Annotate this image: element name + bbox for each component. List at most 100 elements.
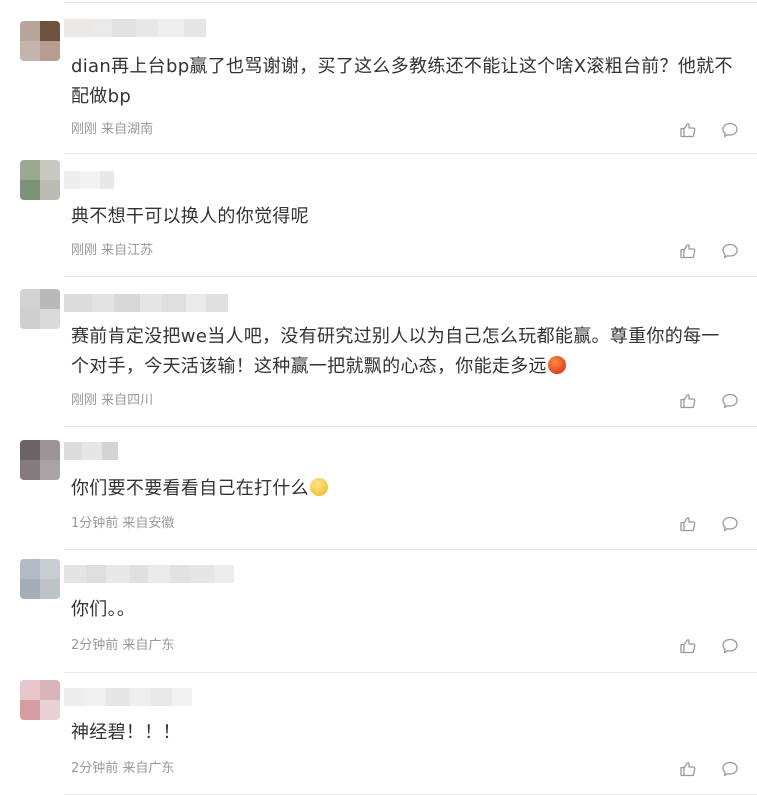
comment-text: 典不想干可以换人的你觉得呢 — [71, 202, 737, 232]
avatar[interactable] — [20, 289, 60, 329]
comment-actions — [679, 760, 739, 778]
username-block — [82, 442, 102, 460]
avatar-pixel — [40, 41, 60, 61]
comment-bubble-icon[interactable] — [721, 121, 739, 139]
username-blurred[interactable] — [64, 19, 206, 37]
username-block — [158, 19, 184, 37]
username-blurred[interactable] — [64, 442, 118, 460]
avatar-pixel — [40, 440, 60, 460]
comment-bubble-icon[interactable] — [721, 760, 739, 778]
username-block — [130, 688, 150, 706]
comment-meta: 2分钟前 来自广东 — [71, 636, 757, 656]
comment-location: 来自江苏 — [101, 243, 154, 258]
thinking-face-emoji-icon — [309, 478, 328, 496]
comment-meta: 刚刚 来自湖南 — [71, 120, 757, 140]
comment-text-content: 你们要不要看看自己在打什么 — [71, 478, 309, 499]
comment-time: 2分钟前 — [71, 638, 119, 653]
username-blurred[interactable] — [64, 565, 234, 583]
avatar-pixel — [40, 309, 60, 329]
username-block — [92, 294, 114, 312]
username-block — [106, 688, 130, 706]
username-block — [64, 688, 84, 706]
avatar-pixel — [20, 700, 40, 720]
comment-bubble-icon[interactable] — [721, 392, 739, 410]
comment-item: dian再上台bp赢了也骂谢谢，买了这么多教练还不能让这个啥X滚粗台前？他就不配… — [20, 3, 757, 154]
comment-text: 赛前肯定没把we当人吧，没有研究过别人以为自己怎么玩都能赢。尊重你的每一个对手，… — [71, 322, 737, 382]
avatar[interactable] — [20, 21, 60, 61]
username-block — [114, 294, 140, 312]
username-block — [186, 294, 206, 312]
comment-location: 来自四川 — [101, 393, 154, 408]
thumbs-up-icon[interactable] — [679, 515, 697, 533]
avatar-pixel — [20, 579, 40, 599]
avatar-pixel — [20, 460, 40, 480]
comment-meta: 刚刚 来自四川 — [71, 391, 757, 411]
username-block — [112, 19, 136, 37]
comment-text: 你们。。 — [71, 595, 737, 625]
comment-text-content: 赛前肯定没把we当人吧，没有研究过别人以为自己怎么玩都能赢。尊重你的每一个对手，… — [71, 326, 720, 377]
comment-text: 神经碧！！！ — [71, 718, 737, 748]
username-block — [64, 565, 86, 583]
thumbs-up-icon[interactable] — [679, 242, 697, 260]
username-block — [214, 565, 234, 583]
username-blurred[interactable] — [64, 171, 114, 189]
thumbs-up-icon[interactable] — [679, 121, 697, 139]
username-block — [64, 442, 82, 460]
comment-actions — [679, 637, 739, 655]
comment-bubble-icon[interactable] — [721, 637, 739, 655]
avatar-pixel — [20, 21, 40, 41]
avatar-pixel — [20, 289, 40, 309]
username-block — [140, 294, 162, 312]
avatar-pixel — [40, 289, 60, 309]
avatar-pixel — [40, 180, 60, 200]
comment-text: 你们要不要看看自己在打什么 — [71, 474, 737, 504]
comment-text-content: 你们。。 — [71, 599, 136, 620]
comment-text-content: 神经碧！！！ — [71, 722, 181, 743]
comment-meta: 1分钟前 来自安徽 — [71, 514, 757, 534]
username-block — [84, 688, 106, 706]
username-blurred[interactable] — [64, 294, 228, 312]
username-block — [100, 171, 114, 189]
comment-text: dian再上台bp赢了也骂谢谢，买了这么多教练还不能让这个啥X滚粗台前？他就不配… — [71, 52, 737, 112]
username-block — [102, 442, 118, 460]
comment-text-content: dian再上台bp赢了也骂谢谢，买了这么多教练还不能让这个啥X滚粗台前？他就不配… — [71, 56, 733, 107]
avatar[interactable] — [20, 440, 60, 480]
avatar[interactable] — [20, 559, 60, 599]
username-block — [136, 19, 158, 37]
avatar[interactable] — [20, 160, 60, 200]
comment-location: 来自湖南 — [101, 122, 154, 137]
avatar-pixel — [20, 41, 40, 61]
username-block — [106, 565, 130, 583]
username-block — [130, 565, 148, 583]
username-block — [170, 565, 190, 583]
username-block — [162, 294, 186, 312]
thumbs-up-icon[interactable] — [679, 392, 697, 410]
comment-bubble-icon[interactable] — [721, 515, 739, 533]
thumbs-up-icon[interactable] — [679, 637, 697, 655]
username-block — [86, 565, 106, 583]
comment-location: 来自广东 — [122, 638, 175, 653]
username-block — [172, 688, 192, 706]
comment-item: 你们。。 2分钟前 来自广东 — [20, 549, 757, 673]
username-block — [206, 294, 228, 312]
comment-location: 来自安徽 — [122, 516, 175, 531]
avatar-pixel — [40, 559, 60, 579]
avatar-pixel — [40, 460, 60, 480]
comment-actions — [679, 242, 739, 260]
username-blurred[interactable] — [64, 688, 192, 706]
thumbs-up-icon[interactable] — [679, 760, 697, 778]
username-block — [64, 19, 92, 37]
avatar-pixel — [40, 21, 60, 41]
comment-time: 1分钟前 — [71, 516, 119, 531]
username-block — [80, 171, 100, 189]
comment-bubble-icon[interactable] — [721, 242, 739, 260]
comment-text-content: 典不想干可以换人的你觉得呢 — [71, 206, 309, 227]
avatar-pixel — [20, 559, 40, 579]
avatar-pixel — [40, 160, 60, 180]
comment-meta: 2分钟前 来自广东 — [71, 759, 757, 779]
avatar-pixel — [40, 579, 60, 599]
username-block — [190, 565, 214, 583]
avatar[interactable] — [20, 680, 60, 720]
comment-item: 典不想干可以换人的你觉得呢 刚刚 来自江苏 — [20, 153, 757, 277]
username-block — [64, 294, 92, 312]
